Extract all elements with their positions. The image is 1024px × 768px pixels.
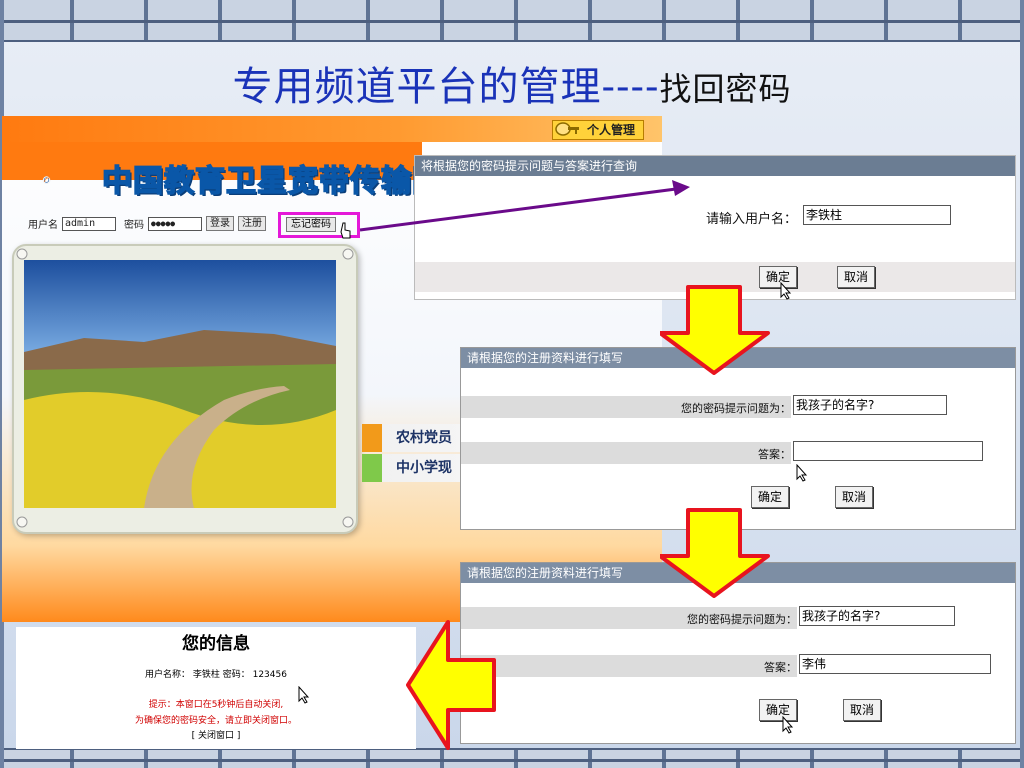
register-panel-2-question-input[interactable]: 我孩子的名字? xyxy=(799,606,955,626)
query-username-label: 请输入用户名： xyxy=(705,212,797,227)
register-panel-1-ok-button[interactable]: 确定 xyxy=(751,486,790,508)
login-button[interactable]: 登录 xyxy=(206,216,234,231)
register-button[interactable]: 注册 xyxy=(238,216,266,231)
info-safety-line: 为确保您的密码安全，请立即关闭窗口。 xyxy=(134,716,297,726)
side-tab-school-bar xyxy=(362,454,382,482)
info-user-line: 用户名称： 李铁柱 密码： 123456 xyxy=(145,670,287,680)
register-panel-1-question-label: 您的密码提示问题为： xyxy=(681,402,791,415)
register-panel-1-cancel-button[interactable]: 取消 xyxy=(835,486,874,508)
arrow-cursor-icon xyxy=(780,282,792,300)
register-panel-2-question-label: 您的密码提示问题为： xyxy=(687,613,797,626)
portal-logo-emblem xyxy=(42,176,51,184)
register-panel-1-answer-input[interactable] xyxy=(793,441,983,461)
arrow-cursor-icon xyxy=(796,464,808,482)
password-label: 密码 xyxy=(124,220,144,231)
slide-frame-right xyxy=(1020,0,1024,768)
side-tab-rural-label: 农村党员 xyxy=(396,430,452,446)
register-panel-2-answer-label: 答案： xyxy=(764,661,797,674)
portal-logo-text: 中国教育卫星宽带传输网 xyxy=(101,163,443,200)
info-tip-line: 提示：本窗口在5秒钟后自动关闭, xyxy=(148,700,284,710)
tv-corner-knobs xyxy=(16,248,354,528)
info-close-link[interactable]: [ 关闭窗口 ] xyxy=(16,728,416,741)
query-panel: 将根据您的密码提示问题与答案进行查询 请输入用户名： 李铁柱 确定 取消 xyxy=(414,155,1016,300)
arrow-cursor-icon xyxy=(298,686,310,704)
query-cancel-button[interactable]: 取消 xyxy=(837,266,876,288)
query-panel-header: 将根据您的密码提示问题与答案进行查询 xyxy=(415,156,1015,176)
info-panel: 您的信息 用户名称： 李铁柱 密码： 123456 提示：本窗口在5秒钟后自动关… xyxy=(16,627,416,749)
down-arrow-icon xyxy=(660,285,770,375)
password-input[interactable]: ●●●●● xyxy=(148,216,202,231)
hand-cursor-icon xyxy=(340,222,351,239)
query-username-input[interactable]: 李铁柱 xyxy=(803,205,951,225)
side-tab-school-label: 中小学现 xyxy=(396,460,452,476)
register-panel-2-cancel-button[interactable]: 取消 xyxy=(843,699,882,721)
left-arrow-icon xyxy=(406,620,496,750)
slide-title: 专用频道平台的管理----找回密码 xyxy=(0,54,1024,112)
side-tab-rural-bar xyxy=(362,424,382,452)
down-arrow-icon xyxy=(660,508,770,598)
register-panel-1-question-input[interactable]: 我孩子的名字? xyxy=(793,395,947,415)
register-panel-1-answer-label: 答案： xyxy=(758,448,791,461)
username-label: 用户名 xyxy=(28,220,58,231)
slide-frame-top xyxy=(0,0,1024,42)
slide-title-sub: 找回密码 xyxy=(659,70,792,108)
register-panel-2-answer-input[interactable]: 李伟 xyxy=(799,654,991,674)
info-panel-title: 您的信息 xyxy=(182,634,250,654)
arrow-cursor-icon xyxy=(782,716,794,734)
portal-login-bar: 用户名 admin 密码 ●●●●● 登录 注册 xyxy=(28,216,266,231)
forgot-password-button[interactable]: 忘记密码 xyxy=(286,217,336,232)
key-icon xyxy=(555,122,579,136)
slide-title-main: 专用频道平台的管理---- xyxy=(232,64,660,110)
username-input[interactable]: admin xyxy=(62,216,116,231)
slide-frame-bottom xyxy=(0,748,1024,768)
